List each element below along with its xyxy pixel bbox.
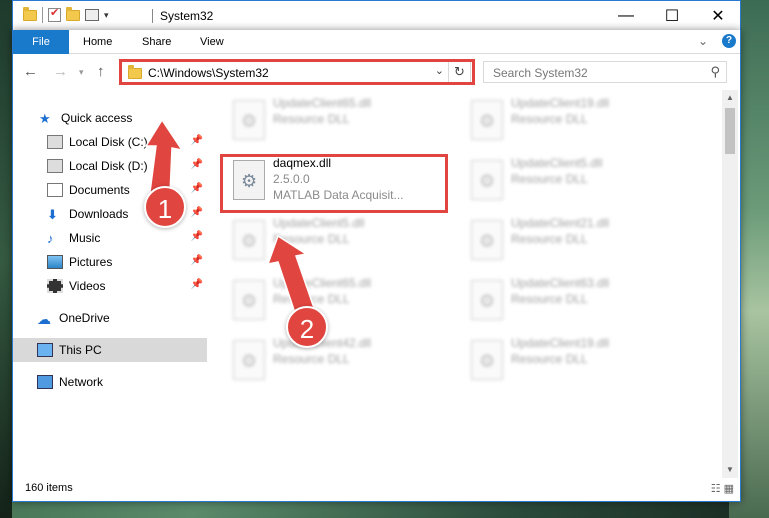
arrow-1 xyxy=(144,118,184,195)
step-badge-1: 1 xyxy=(144,186,186,228)
annotation-arrows xyxy=(144,118,315,318)
step-badge-2: 2 xyxy=(286,306,328,348)
arrow-2 xyxy=(266,234,315,318)
